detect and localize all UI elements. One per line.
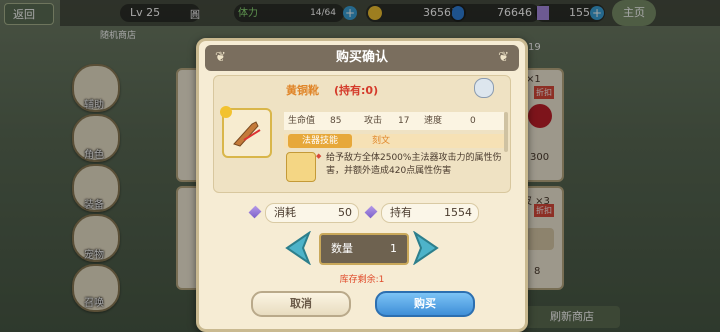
item-owned: (持有:0): [334, 84, 379, 97]
cost-row: 消耗 50: [248, 203, 359, 223]
stat-hp-label: 生命值: [288, 116, 316, 126]
buy-label: 购买: [414, 297, 436, 310]
hold-row: 持有 1554: [364, 203, 479, 223]
item-info-box: 黄铜靴 (持有:0) 生命值 85 攻击 17 速度 0 法器技能 刻文 ◆ 给…: [213, 75, 511, 193]
stat-atk-value: 17: [398, 116, 410, 126]
cost-label: 消耗: [274, 206, 296, 219]
item-icon-frame: [220, 106, 272, 158]
cost-value: 50: [338, 206, 352, 219]
skill-name: 刻文: [372, 136, 391, 146]
dialog-title-bar: ❦ 购买确认 ❦: [205, 45, 519, 71]
quantity-label: 数量: [331, 242, 353, 255]
cost-box: 消耗 50: [265, 203, 359, 223]
skill-icon: [286, 152, 316, 182]
skill-tag: 法器技能: [288, 134, 352, 148]
boots-icon: [233, 121, 261, 147]
crystal-icon: [364, 205, 378, 219]
buy-button[interactable]: 购买: [375, 291, 475, 317]
decrease-arrow-icon[interactable]: [283, 231, 311, 265]
cancel-button[interactable]: 取消: [251, 291, 351, 317]
bullet-icon: ◆: [316, 152, 322, 160]
stock-remaining: 库存剩余:1: [339, 275, 385, 285]
info-icon[interactable]: [474, 78, 494, 98]
flourish-icon: ❦: [498, 50, 509, 65]
hold-value: 1554: [444, 206, 472, 219]
crystal-icon: [248, 205, 262, 219]
quantity-stepper: 数量 1: [319, 233, 409, 265]
hold-box: 持有 1554: [381, 203, 479, 223]
stat-atk-label: 攻击: [364, 116, 383, 126]
stat-spd-value: 0: [470, 116, 476, 126]
stats-row: 生命值 85 攻击 17 速度 0: [284, 112, 504, 130]
item-name: 黄铜靴: [286, 84, 319, 97]
dialog-title: 购买确认: [335, 50, 388, 65]
skill-description: 给予敌方全体2500%主法器攻击力的属性伤害，并额外造成420点属性伤害: [326, 153, 502, 176]
cancel-label: 取消: [290, 297, 312, 310]
quantity-value: 1: [390, 242, 397, 255]
stat-spd-label: 速度: [424, 116, 443, 126]
purchase-dialog: ❦ 购买确认 ❦ 黄铜靴 (持有:0) 生命值 85 攻击 17 速度 0 法器…: [196, 38, 528, 332]
scrollbar[interactable]: [504, 112, 508, 152]
stat-hp-value: 85: [330, 116, 342, 126]
hold-label: 持有: [390, 206, 412, 219]
increase-arrow-icon[interactable]: [413, 231, 441, 265]
